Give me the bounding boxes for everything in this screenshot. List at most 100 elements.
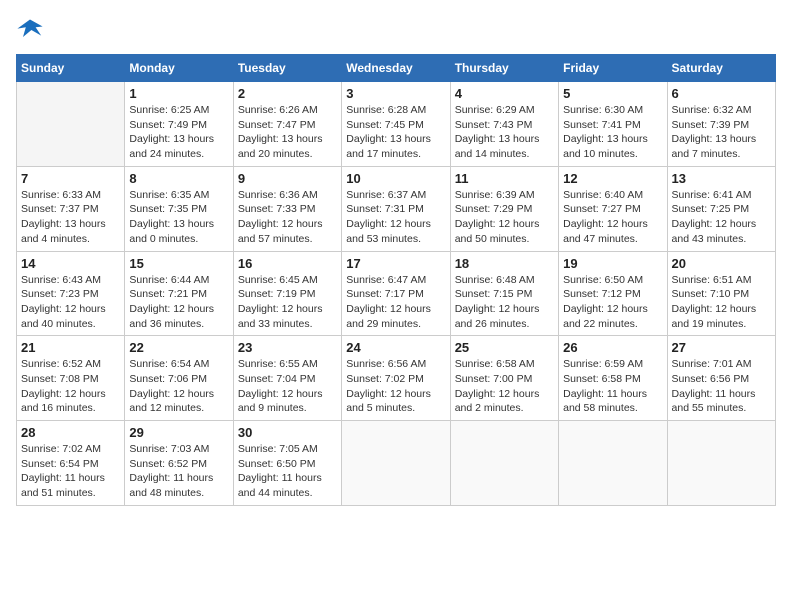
calendar-cell: 3 Sunrise: 6:28 AMSunset: 7:45 PMDaylight… <box>342 82 450 167</box>
day-info: Sunrise: 6:28 AMSunset: 7:45 PMDaylight:… <box>346 103 445 162</box>
day-info: Sunrise: 6:52 AMSunset: 7:08 PMDaylight:… <box>21 357 120 416</box>
day-number: 4 <box>455 86 554 101</box>
calendar-cell <box>450 421 558 506</box>
day-info: Sunrise: 6:59 AMSunset: 6:58 PMDaylight:… <box>563 357 662 416</box>
calendar-week-row: 21Sunrise: 6:52 AMSunset: 7:08 PMDayligh… <box>17 336 776 421</box>
calendar-cell: 18 Sunrise: 6:48 AMSunset: 7:15 PMDayligh… <box>450 251 558 336</box>
day-number: 8 <box>129 171 228 186</box>
day-of-week-header: Friday <box>559 55 667 82</box>
calendar-cell: 28 Sunrise: 7:02 AMSunset: 6:54 PMDayligh… <box>17 421 125 506</box>
day-number: 7 <box>21 171 120 186</box>
calendar-header-row: SundayMondayTuesdayWednesdayThursdayFrid… <box>17 55 776 82</box>
page-header <box>16 16 776 44</box>
calendar-cell: 16 Sunrise: 6:45 AMSunset: 7:19 PMDayligh… <box>233 251 341 336</box>
calendar-cell: 6 Sunrise: 6:32 AMSunset: 7:39 PMDaylight… <box>667 82 775 167</box>
day-number: 18 <box>455 256 554 271</box>
calendar-cell: 22Sunrise: 6:54 AMSunset: 7:06 PMDayligh… <box>125 336 233 421</box>
day-info: Sunrise: 6:55 AMSunset: 7:04 PMDaylight:… <box>238 357 337 416</box>
day-of-week-header: Saturday <box>667 55 775 82</box>
day-number: 25 <box>455 340 554 355</box>
day-number: 17 <box>346 256 445 271</box>
day-number: 19 <box>563 256 662 271</box>
day-info: Sunrise: 6:30 AMSunset: 7:41 PMDaylight:… <box>563 103 662 162</box>
day-number: 29 <box>129 425 228 440</box>
day-number: 1 <box>129 86 228 101</box>
day-info: Sunrise: 7:02 AMSunset: 6:54 PMDaylight:… <box>21 442 120 501</box>
calendar-cell: 17 Sunrise: 6:47 AMSunset: 7:17 PMDayligh… <box>342 251 450 336</box>
day-number: 12 <box>563 171 662 186</box>
day-of-week-header: Monday <box>125 55 233 82</box>
day-number: 3 <box>346 86 445 101</box>
calendar-cell: 23Sunrise: 6:55 AMSunset: 7:04 PMDayligh… <box>233 336 341 421</box>
calendar-cell: 2 Sunrise: 6:26 AMSunset: 7:47 PMDaylight… <box>233 82 341 167</box>
day-info: Sunrise: 6:32 AMSunset: 7:39 PMDaylight:… <box>672 103 771 162</box>
calendar-cell <box>667 421 775 506</box>
calendar-cell <box>342 421 450 506</box>
calendar-cell: 25 Sunrise: 6:58 AMSunset: 7:00 PMDayligh… <box>450 336 558 421</box>
calendar-week-row: 14 Sunrise: 6:43 AMSunset: 7:23 PMDayligh… <box>17 251 776 336</box>
day-number: 16 <box>238 256 337 271</box>
day-number: 20 <box>672 256 771 271</box>
day-info: Sunrise: 6:47 AMSunset: 7:17 PMDaylight:… <box>346 273 445 332</box>
day-of-week-header: Sunday <box>17 55 125 82</box>
day-info: Sunrise: 7:05 AMSunset: 6:50 PMDaylight:… <box>238 442 337 501</box>
day-info: Sunrise: 7:01 AMSunset: 6:56 PMDaylight:… <box>672 357 771 416</box>
day-info: Sunrise: 6:26 AMSunset: 7:47 PMDaylight:… <box>238 103 337 162</box>
calendar-cell: 4 Sunrise: 6:29 AMSunset: 7:43 PMDaylight… <box>450 82 558 167</box>
day-info: Sunrise: 6:43 AMSunset: 7:23 PMDaylight:… <box>21 273 120 332</box>
calendar-week-row: 28 Sunrise: 7:02 AMSunset: 6:54 PMDayligh… <box>17 421 776 506</box>
calendar-cell: 12Sunrise: 6:40 AMSunset: 7:27 PMDayligh… <box>559 166 667 251</box>
calendar-cell <box>559 421 667 506</box>
calendar-cell: 7 Sunrise: 6:33 AMSunset: 7:37 PMDaylight… <box>17 166 125 251</box>
day-info: Sunrise: 6:25 AMSunset: 7:49 PMDaylight:… <box>129 103 228 162</box>
day-info: Sunrise: 6:51 AMSunset: 7:10 PMDaylight:… <box>672 273 771 332</box>
day-number: 13 <box>672 171 771 186</box>
calendar-cell: 14 Sunrise: 6:43 AMSunset: 7:23 PMDayligh… <box>17 251 125 336</box>
day-number: 6 <box>672 86 771 101</box>
day-number: 14 <box>21 256 120 271</box>
calendar-week-row: 7 Sunrise: 6:33 AMSunset: 7:37 PMDaylight… <box>17 166 776 251</box>
day-info: Sunrise: 6:36 AMSunset: 7:33 PMDaylight:… <box>238 188 337 247</box>
calendar-cell: 10 Sunrise: 6:37 AMSunset: 7:31 PMDayligh… <box>342 166 450 251</box>
calendar-cell: 27 Sunrise: 7:01 AMSunset: 6:56 PMDayligh… <box>667 336 775 421</box>
day-number: 2 <box>238 86 337 101</box>
calendar-cell <box>17 82 125 167</box>
day-info: Sunrise: 6:39 AMSunset: 7:29 PMDaylight:… <box>455 188 554 247</box>
calendar-cell: 19 Sunrise: 6:50 AMSunset: 7:12 PMDayligh… <box>559 251 667 336</box>
day-info: Sunrise: 6:45 AMSunset: 7:19 PMDaylight:… <box>238 273 337 332</box>
day-info: Sunrise: 6:33 AMSunset: 7:37 PMDaylight:… <box>21 188 120 247</box>
calendar-cell: 11 Sunrise: 6:39 AMSunset: 7:29 PMDayligh… <box>450 166 558 251</box>
calendar-cell: 24Sunrise: 6:56 AMSunset: 7:02 PMDayligh… <box>342 336 450 421</box>
calendar-cell: 5 Sunrise: 6:30 AMSunset: 7:41 PMDaylight… <box>559 82 667 167</box>
day-info: Sunrise: 6:48 AMSunset: 7:15 PMDaylight:… <box>455 273 554 332</box>
day-number: 28 <box>21 425 120 440</box>
day-number: 9 <box>238 171 337 186</box>
day-number: 11 <box>455 171 554 186</box>
day-number: 22 <box>129 340 228 355</box>
day-info: Sunrise: 6:35 AMSunset: 7:35 PMDaylight:… <box>129 188 228 247</box>
day-info: Sunrise: 6:50 AMSunset: 7:12 PMDaylight:… <box>563 273 662 332</box>
calendar-cell: 21Sunrise: 6:52 AMSunset: 7:08 PMDayligh… <box>17 336 125 421</box>
day-of-week-header: Wednesday <box>342 55 450 82</box>
calendar-cell: 9 Sunrise: 6:36 AMSunset: 7:33 PMDaylight… <box>233 166 341 251</box>
day-number: 26 <box>563 340 662 355</box>
day-info: Sunrise: 6:44 AMSunset: 7:21 PMDaylight:… <box>129 273 228 332</box>
calendar-table: SundayMondayTuesdayWednesdayThursdayFrid… <box>16 54 776 506</box>
day-info: Sunrise: 6:29 AMSunset: 7:43 PMDaylight:… <box>455 103 554 162</box>
day-info: Sunrise: 7:03 AMSunset: 6:52 PMDaylight:… <box>129 442 228 501</box>
calendar-cell: 20 Sunrise: 6:51 AMSunset: 7:10 PMDayligh… <box>667 251 775 336</box>
day-number: 27 <box>672 340 771 355</box>
day-number: 30 <box>238 425 337 440</box>
calendar-week-row: 1 Sunrise: 6:25 AMSunset: 7:49 PMDaylight… <box>17 82 776 167</box>
day-number: 24 <box>346 340 445 355</box>
day-info: Sunrise: 6:41 AMSunset: 7:25 PMDaylight:… <box>672 188 771 247</box>
calendar-cell: 1 Sunrise: 6:25 AMSunset: 7:49 PMDaylight… <box>125 82 233 167</box>
calendar-cell: 29 Sunrise: 7:03 AMSunset: 6:52 PMDayligh… <box>125 421 233 506</box>
calendar-cell: 8 Sunrise: 6:35 AMSunset: 7:35 PMDaylight… <box>125 166 233 251</box>
day-number: 10 <box>346 171 445 186</box>
day-info: Sunrise: 6:37 AMSunset: 7:31 PMDaylight:… <box>346 188 445 247</box>
calendar-cell: 13 Sunrise: 6:41 AMSunset: 7:25 PMDayligh… <box>667 166 775 251</box>
day-number: 5 <box>563 86 662 101</box>
calendar-cell: 15Sunrise: 6:44 AMSunset: 7:21 PMDayligh… <box>125 251 233 336</box>
day-info: Sunrise: 6:58 AMSunset: 7:00 PMDaylight:… <box>455 357 554 416</box>
